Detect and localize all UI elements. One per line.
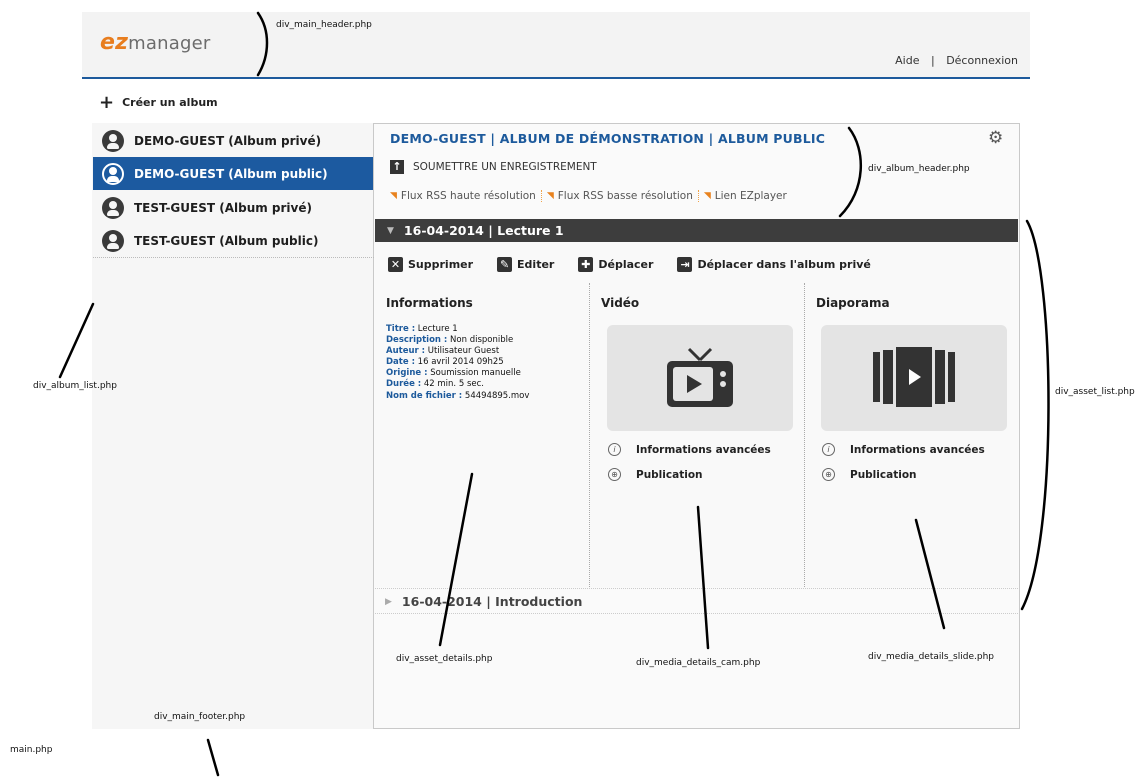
user-icon xyxy=(102,162,124,185)
edit-button[interactable]: ✎ Editer xyxy=(497,257,554,272)
user-icon xyxy=(102,129,124,152)
rss-ld-link[interactable]: Flux RSS basse résolution xyxy=(558,190,693,202)
move-button[interactable]: ✚ Déplacer xyxy=(578,257,653,272)
info-row: Durée : 42 min. 5 sec. xyxy=(386,379,484,390)
video-thumbnail[interactable] xyxy=(607,325,793,431)
album-item[interactable]: TEST-GUEST (Album privé) xyxy=(93,191,373,224)
annotation-media-slide: div_media_details_slide.php xyxy=(868,652,994,662)
slideshow-icon xyxy=(873,347,955,407)
help-link[interactable]: Aide xyxy=(895,54,919,67)
album-item-label: TEST-GUEST (Album public) xyxy=(134,233,319,248)
info-row: Nom de fichier : 54494895.mov xyxy=(386,390,530,401)
header-links: Aide | Déconnexion xyxy=(895,54,1018,67)
plus-icon: + xyxy=(99,91,115,113)
album-item[interactable]: TEST-GUEST (Album public) xyxy=(93,224,373,257)
feed-links: ◥ Flux RSS haute résolution ◥ Flux RSS b… xyxy=(390,190,787,202)
move-icon: ✚ xyxy=(578,257,594,272)
publication-label: Publication xyxy=(850,468,917,481)
globe-icon: ⊕ xyxy=(822,468,835,481)
annotation-bracket-asset-list xyxy=(1020,219,1050,611)
info-column-title: Informations xyxy=(386,296,473,310)
album-item-label: DEMO-GUEST (Album privé) xyxy=(134,133,322,148)
gear-icon[interactable]: ⚙ xyxy=(988,128,1003,148)
annotation-album-header: div_album_header.php xyxy=(868,164,970,174)
header-separator: | xyxy=(930,54,935,67)
asset-info-list: Titre : Lecture 1 Description : Non disp… xyxy=(386,324,529,402)
album-item[interactable]: DEMO-GUEST (Album privé) xyxy=(93,124,373,157)
annotation-asset-list: div_asset_list.php xyxy=(1055,387,1135,397)
annotation-main-footer: div_main_footer.php xyxy=(154,712,246,722)
asset-header-collapsed[interactable]: ▶ 16-04-2014 | Introduction xyxy=(385,594,582,609)
slides-publication-link[interactable]: ⊕ Publication xyxy=(822,468,917,481)
create-album-button[interactable]: + Créer un album xyxy=(99,91,218,113)
annotation-line-album-list xyxy=(58,302,95,379)
asset-header-expanded[interactable]: ▼ 16-04-2014 | Lecture 1 xyxy=(375,219,1018,242)
asset-divider xyxy=(375,613,1018,614)
slides-column-title: Diaporama xyxy=(816,296,890,310)
info-row: Description : Non disponible xyxy=(386,335,514,346)
album-list: DEMO-GUEST (Album privé) DEMO-GUEST (Alb… xyxy=(92,123,374,729)
advanced-info-label: Informations avancées xyxy=(636,443,771,456)
asset-title: 16-04-2014 | Lecture 1 xyxy=(403,223,564,238)
pencil-icon: ✎ xyxy=(497,257,513,272)
triangle-right-icon: ▶ xyxy=(385,596,392,607)
close-icon: ✕ xyxy=(388,257,403,272)
info-row: Origine : Soumission manuelle xyxy=(386,368,521,379)
album-item-active[interactable]: DEMO-GUEST (Album public) xyxy=(93,157,373,190)
create-album-label: Créer un album xyxy=(122,96,218,109)
publication-label: Publication xyxy=(636,468,703,481)
album-item-label: TEST-GUEST (Album privé) xyxy=(134,200,312,215)
annotation-media-cam: div_media_details_cam.php xyxy=(636,658,761,668)
annotation-main-header: div_main_header.php xyxy=(276,20,372,30)
album-list-divider xyxy=(93,257,374,258)
info-row: Auteur : Utilisateur Guest xyxy=(386,346,500,357)
info-icon: i xyxy=(822,443,835,456)
info-row: Date : 16 avril 2014 09h25 xyxy=(386,357,504,368)
advanced-info-label: Informations avancées xyxy=(850,443,985,456)
rss-icon: ◥ xyxy=(703,191,711,201)
edit-label: Editer xyxy=(517,258,555,271)
annotation-main: main.php xyxy=(10,745,53,755)
globe-icon: ⊕ xyxy=(608,468,621,481)
main-header xyxy=(82,12,1030,79)
user-icon xyxy=(102,229,124,252)
rss-icon: ◥ xyxy=(390,191,397,201)
asset-actions: ✕ Supprimer ✎ Editer ✚ Déplacer ⇥ Déplac… xyxy=(388,257,895,272)
move-private-button[interactable]: ⇥ Déplacer dans l'album privé xyxy=(677,257,871,272)
rss-hd-link[interactable]: Flux RSS haute résolution xyxy=(401,190,536,202)
info-row: Titre : Lecture 1 xyxy=(386,324,458,334)
slides-thumbnail[interactable] xyxy=(821,325,1007,431)
annotation-line-footer xyxy=(206,738,220,777)
submit-recording-label: SOUMETTRE UN ENREGISTREMENT xyxy=(413,161,597,173)
rss-icon: ◥ xyxy=(546,191,554,201)
column-divider xyxy=(589,283,590,587)
link-divider xyxy=(540,190,542,202)
submit-recording-button[interactable]: ↑ SOUMETTRE UN ENREGISTREMENT xyxy=(390,160,597,174)
move-private-label: Déplacer dans l'album privé xyxy=(697,258,871,271)
video-advanced-info-link[interactable]: i Informations avancées xyxy=(608,443,771,456)
move-label: Déplacer xyxy=(598,258,654,271)
asset-divider xyxy=(375,588,1018,589)
triangle-down-icon: ▼ xyxy=(387,225,394,236)
move-user-icon: ⇥ xyxy=(677,257,693,272)
annotation-asset-details: div_asset_details.php xyxy=(396,654,493,664)
user-icon xyxy=(102,196,124,219)
column-divider xyxy=(804,283,805,587)
delete-button[interactable]: ✕ Supprimer xyxy=(388,257,473,272)
upload-arrow-icon: ↑ xyxy=(390,160,404,174)
info-icon: i xyxy=(608,443,621,456)
logo[interactable]: ezmanager xyxy=(100,30,210,55)
album-item-label: DEMO-GUEST (Album public) xyxy=(134,166,328,181)
annotation-album-list: div_album_list.php xyxy=(33,381,117,391)
tv-icon xyxy=(667,347,733,407)
video-column-title: Vidéo xyxy=(601,296,640,310)
delete-label: Supprimer xyxy=(408,258,474,271)
album-title: DEMO-GUEST | ALBUM DE DÉMONSTRATION | AL… xyxy=(390,131,826,146)
video-publication-link[interactable]: ⊕ Publication xyxy=(608,468,703,481)
logout-link[interactable]: Déconnexion xyxy=(946,54,1018,67)
asset-title: 16-04-2014 | Introduction xyxy=(401,594,583,609)
ezplayer-link[interactable]: Lien EZplayer xyxy=(715,190,787,202)
link-divider xyxy=(697,190,699,202)
slides-advanced-info-link[interactable]: i Informations avancées xyxy=(822,443,985,456)
